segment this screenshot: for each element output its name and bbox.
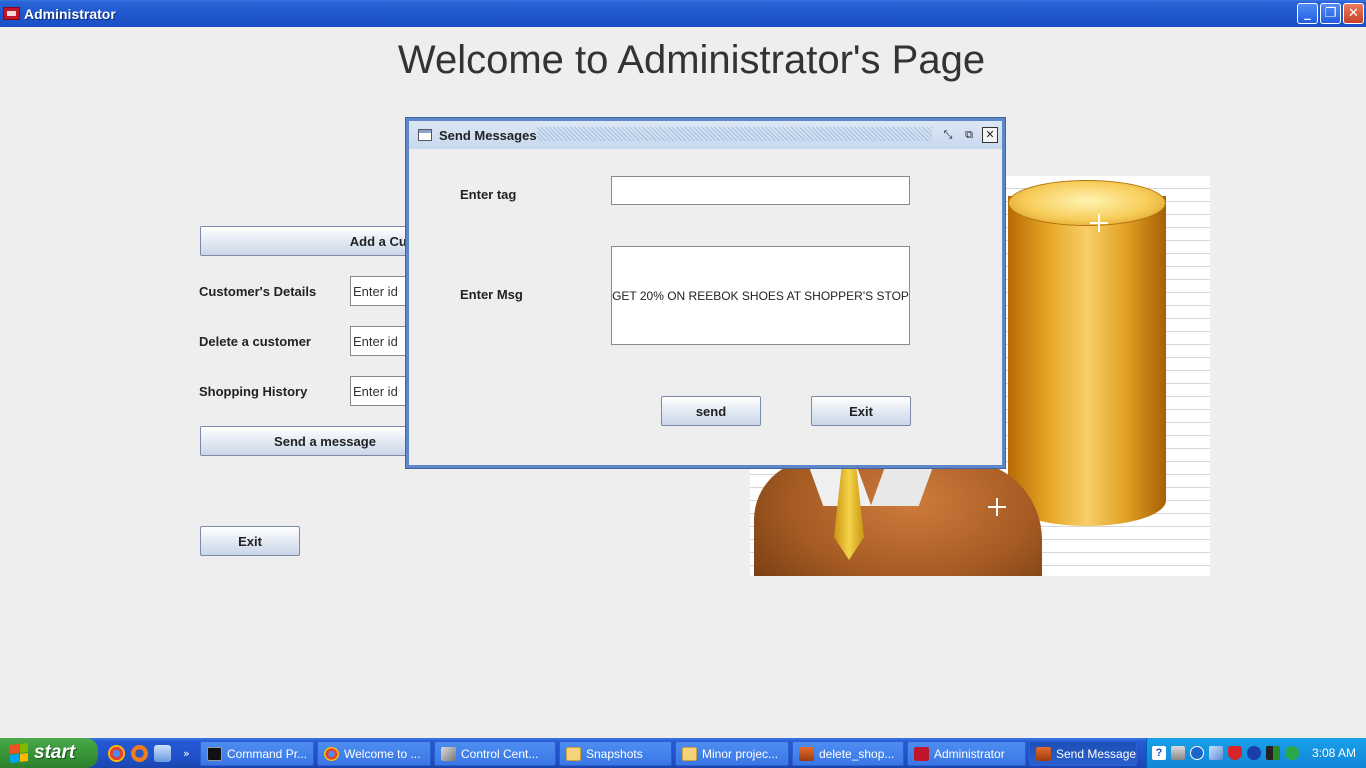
dialog-exit-button[interactable]: Exit (811, 396, 911, 426)
quick-launch-expand-icon[interactable]: » (183, 747, 190, 760)
task-label: Snapshots (586, 746, 643, 761)
dialog-controls: ⤡ ⧉ ✕ (940, 127, 998, 143)
task-browser[interactable]: Welcome to ... (317, 741, 431, 766)
back-arrow-icon[interactable] (1190, 746, 1204, 760)
dialog-titlebar[interactable]: Send Messages ⤡ ⧉ ✕ (409, 121, 1002, 149)
tag-label: Enter tag (460, 187, 517, 202)
taskbar: start » Command Pr... Welcome to ... Con… (0, 738, 1366, 768)
tag-input[interactable] (611, 176, 910, 205)
iconify-icon[interactable]: ⤡ (940, 127, 956, 143)
maximize-icon[interactable]: ⧉ (961, 127, 977, 143)
windows-flag-icon (10, 743, 28, 763)
app-icon (3, 7, 20, 20)
status-icon[interactable] (1285, 746, 1299, 760)
help-icon[interactable]: ? (1152, 746, 1166, 760)
window-controls: _ ❐ ✕ (1297, 3, 1364, 24)
task-command-prompt[interactable]: Command Pr... (200, 741, 314, 766)
task-control-center[interactable]: Control Cent... (434, 741, 556, 766)
send-button[interactable]: send (661, 396, 761, 426)
system-tray: ? 3:08 AM (1146, 738, 1366, 768)
gold-cylinder-top (1008, 180, 1166, 226)
close-icon[interactable]: ✕ (982, 127, 998, 143)
battery-meter-icon[interactable] (1266, 746, 1280, 760)
close-button[interactable]: ✕ (1343, 3, 1364, 24)
window-titlebar[interactable]: Administrator _ ❐ ✕ (0, 0, 1366, 27)
task-delete-shop[interactable]: delete_shop... (792, 741, 904, 766)
gold-cylinder-body (1008, 196, 1166, 526)
shopping-history-label: Shopping History (199, 384, 308, 399)
show-desktop-icon[interactable] (154, 744, 171, 762)
chrome-icon (324, 746, 339, 761)
message-textarea[interactable]: GET 20% ON REEBOK SHOES AT SHOPPER'S STO… (611, 246, 910, 345)
task-send-messages[interactable]: Send Messages (1029, 741, 1137, 766)
antivirus-shield-icon[interactable] (1228, 746, 1242, 760)
firefox-icon[interactable] (131, 744, 148, 762)
bluetooth-icon[interactable] (1247, 746, 1261, 760)
java-icon (1036, 746, 1051, 761)
minimize-button[interactable]: _ (1297, 3, 1318, 24)
exit-button[interactable]: Exit (200, 526, 300, 556)
chrome-icon[interactable] (108, 744, 125, 762)
task-minor-project[interactable]: Minor projec... (675, 741, 789, 766)
network-icon[interactable] (1209, 746, 1223, 760)
msg-label: Enter Msg (460, 287, 523, 302)
task-label: delete_shop... (819, 746, 895, 761)
task-administrator[interactable]: Administrator (907, 741, 1026, 766)
task-label: Command Pr... (227, 746, 308, 761)
titlebar-texture (537, 127, 932, 141)
task-label: Administrator (934, 746, 1005, 761)
folder-icon (682, 746, 697, 761)
java-icon (799, 746, 814, 761)
sparkle-icon (988, 498, 1006, 516)
start-label: start (34, 742, 76, 763)
folder-icon (566, 746, 581, 761)
sparkle-icon (1090, 214, 1108, 232)
network-icon (441, 746, 456, 761)
task-label: Send Messages (1056, 746, 1137, 761)
maximize-button[interactable]: ❐ (1320, 3, 1341, 24)
task-label: Welcome to ... (344, 746, 421, 761)
usb-icon[interactable] (1171, 746, 1185, 760)
dialog-title: Send Messages (439, 127, 537, 143)
task-snapshots[interactable]: Snapshots (559, 741, 672, 766)
app-icon (914, 746, 929, 761)
taskbar-tasks: Command Pr... Welcome to ... Control Cen… (200, 741, 1137, 766)
clock: 3:08 AM (1311, 746, 1356, 760)
customers-details-label: Customer's Details (199, 284, 317, 299)
start-button[interactable]: start (0, 738, 98, 768)
frame-icon (418, 129, 432, 141)
cmd-icon (207, 746, 222, 761)
window-title: Administrator (24, 5, 116, 22)
send-messages-dialog: Send Messages ⤡ ⧉ ✕ Enter tag Enter Msg … (406, 118, 1005, 468)
page-title: Welcome to Administrator's Page (397, 38, 986, 82)
task-label: Minor projec... (702, 746, 779, 761)
quick-launch: » (108, 744, 190, 762)
task-label: Control Cent... (461, 746, 539, 761)
delete-customer-label: Delete a customer (199, 334, 311, 349)
